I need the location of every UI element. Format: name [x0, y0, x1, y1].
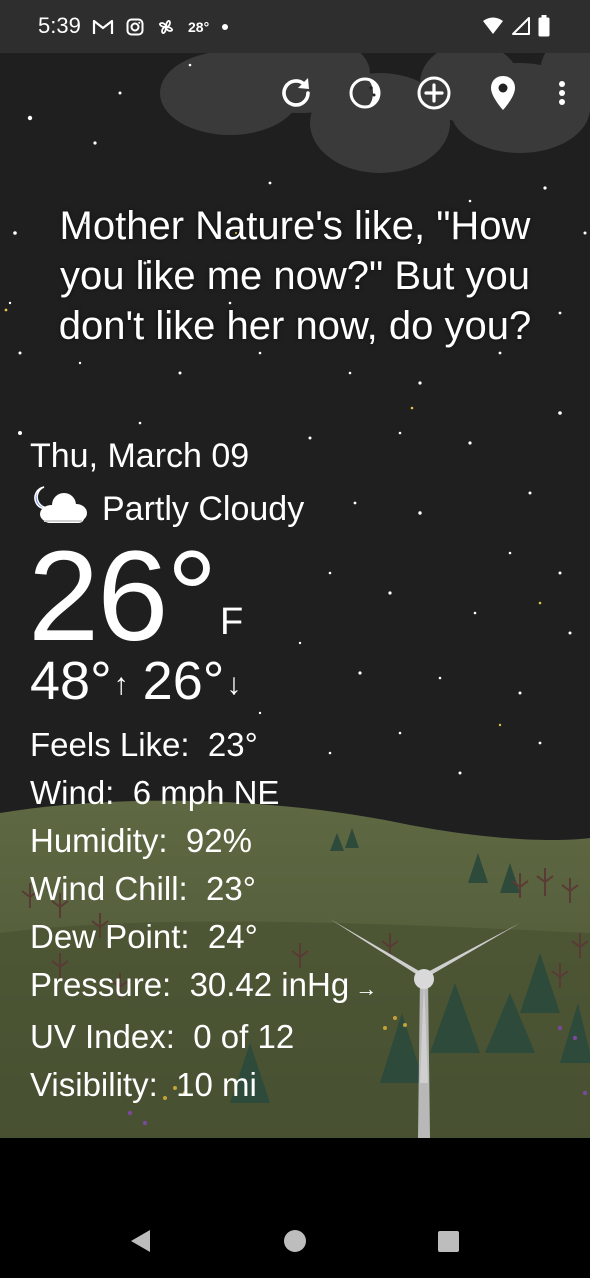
arrow-down-icon: ↓ [226, 668, 242, 701]
detail-label: Wind: [30, 774, 115, 811]
add-location-icon [416, 75, 452, 116]
detail-row: Visibility: 10 mi [30, 1061, 377, 1109]
high-temp: 48° [30, 651, 112, 711]
temperature-unit: F [220, 601, 244, 643]
pinwheel-icon [156, 17, 176, 37]
more-options-icon [558, 80, 566, 111]
forecast-date: Thu, March 09 [30, 437, 250, 475]
weather-scene: Mother Nature's like, "How you like me n… [0, 53, 590, 1138]
weather-toolbar [276, 75, 572, 115]
detail-row: Pressure: 30.42 inHg → [30, 961, 377, 1013]
detail-label: Feels Like: [30, 726, 190, 763]
detail-value: 24° [207, 918, 258, 955]
detail-row: Wind Chill: 23° [30, 865, 377, 913]
condition-text: Partly Cloudy [102, 490, 305, 528]
recents-icon [438, 1231, 459, 1252]
location-button[interactable] [483, 75, 523, 115]
high-low-row: 48° ↑ 26° ↓ [30, 650, 255, 712]
detail-label: Dew Point: [30, 918, 190, 955]
back-icon [131, 1230, 150, 1252]
detail-label: Wind Chill: [30, 870, 188, 907]
signal-icon [512, 17, 530, 40]
current-temperature: 26° [28, 525, 218, 668]
recents-button[interactable] [437, 1230, 460, 1258]
location-pin-icon [489, 75, 517, 116]
gmail-icon [92, 19, 114, 35]
status-bar: 5:39 28° [0, 0, 590, 53]
home-button[interactable] [283, 1229, 307, 1258]
refresh-icon [278, 75, 314, 116]
detail-label: Humidity: [30, 822, 168, 859]
status-temp: 28° [188, 19, 210, 35]
more-options-button[interactable] [552, 75, 572, 115]
moon-phase-icon [347, 75, 383, 116]
detail-row: Feels Like: 23° [30, 721, 377, 769]
notification-icons: 28° [92, 16, 229, 38]
weather-details: Feels Like: 23° Wind: 6 mph NE Humidity: 9… [30, 721, 377, 1109]
detail-value: 23° [207, 726, 258, 763]
detail-value: 6 mph NE [132, 774, 280, 811]
back-button[interactable] [128, 1228, 152, 1259]
navigation-bar [0, 1138, 590, 1278]
arrow-up-icon: ↑ [113, 668, 129, 701]
weather-quote: Mother Nature's like, "How you like me n… [58, 204, 532, 348]
detail-label: Visibility: [30, 1066, 158, 1103]
detail-row: Humidity: 92% [30, 817, 377, 865]
detail-value: 23° [206, 870, 256, 907]
instagram-icon [126, 18, 144, 36]
detail-label: UV Index: [30, 1018, 175, 1055]
detail-value: 10 mi [176, 1066, 257, 1103]
detail-label: Pressure: [30, 966, 172, 1003]
home-icon [284, 1230, 306, 1252]
low-temp: 26° [142, 651, 225, 711]
wifi-icon [482, 17, 504, 40]
refresh-button[interactable] [276, 75, 316, 115]
pressure-trend-icon: → [355, 976, 378, 1001]
detail-row: Wind: 6 mph NE [30, 769, 377, 817]
detail-value: 0 of 12 [193, 1018, 295, 1055]
status-time: 5:39 [38, 13, 81, 38]
dot-icon [221, 23, 229, 31]
moon-phase-button[interactable] [345, 75, 385, 115]
system-icons [482, 15, 550, 42]
add-location-button[interactable] [414, 75, 454, 115]
detail-value: 92% [185, 822, 252, 859]
detail-row: UV Index: 0 of 12 [30, 1013, 377, 1061]
detail-value: 30.42 inHg [189, 966, 350, 1003]
battery-icon [538, 15, 550, 42]
detail-row: Dew Point: 24° [30, 913, 377, 961]
